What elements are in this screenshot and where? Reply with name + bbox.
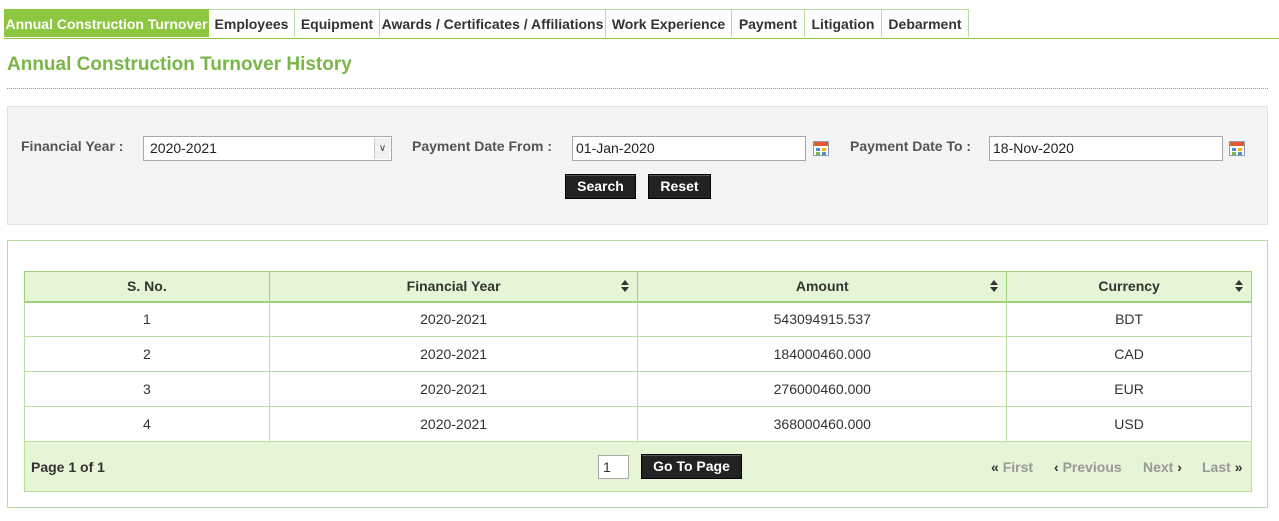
cell-currency: USD <box>1006 406 1252 442</box>
cell-amount: 184000460.000 <box>637 336 1008 372</box>
cell-currency: CAD <box>1006 336 1252 372</box>
payment-date-to-label: Payment Date To : <box>850 138 972 154</box>
sort-icon[interactable] <box>621 280 630 294</box>
previous-page-link[interactable]: ‹ Previous <box>1054 459 1122 475</box>
financial-year-select[interactable]: 2020-2021 ∨ <box>143 136 392 161</box>
double-chevron-left-icon: « <box>991 459 999 475</box>
table-row: 2 2020-2021 184000460.000 CAD <box>24 336 1252 372</box>
sort-icon[interactable] <box>1235 280 1243 294</box>
sort-icon[interactable] <box>990 280 999 294</box>
pagination-bar: Page 1 of 1 1 Go To Page « First ‹ Previ… <box>24 441 1252 492</box>
next-page-link[interactable]: Next › <box>1143 459 1182 475</box>
tab-litigation[interactable]: Litigation <box>805 9 882 37</box>
page-number-input[interactable]: 1 <box>598 455 629 479</box>
calendar-icon[interactable] <box>813 141 829 156</box>
page-info: Page 1 of 1 <box>31 459 105 475</box>
table-header-row: S. No. Financial Year Amount Currency <box>24 271 1252 303</box>
cell-financial-year: 2020-2021 <box>268 406 639 442</box>
column-header-financial-year[interactable]: Financial Year <box>268 271 639 303</box>
financial-year-label: Financial Year : <box>21 138 124 154</box>
cell-s-no: 3 <box>24 371 270 407</box>
turnover-table: S. No. Financial Year Amount Currency 1 … <box>24 271 1252 442</box>
chevron-left-icon: ‹ <box>1054 459 1059 475</box>
search-button[interactable]: Search <box>565 174 636 199</box>
go-to-page-button[interactable]: Go To Page <box>641 454 742 479</box>
cell-amount: 368000460.000 <box>637 406 1008 442</box>
table-row: 3 2020-2021 276000460.000 EUR <box>24 371 1252 407</box>
tab-annual-construction-turnover[interactable]: Annual Construction Turnover <box>4 9 209 37</box>
cell-currency: BDT <box>1006 301 1252 337</box>
tab-equipment[interactable]: Equipment <box>295 9 380 37</box>
cell-s-no: 2 <box>24 336 270 372</box>
last-page-link[interactable]: Last » <box>1202 459 1242 475</box>
cell-financial-year: 2020-2021 <box>268 301 639 337</box>
table-row: 1 2020-2021 543094915.537 BDT <box>24 301 1252 337</box>
tab-work-experience[interactable]: Work Experience <box>606 9 732 37</box>
column-header-s-no: S. No. <box>24 271 270 303</box>
reset-button[interactable]: Reset <box>648 174 711 199</box>
calendar-icon[interactable] <box>1229 141 1245 156</box>
column-header-currency[interactable]: Currency <box>1006 271 1252 303</box>
payment-date-from-label: Payment Date From : <box>412 138 553 154</box>
payment-date-from-input[interactable]: 01-Jan-2020 <box>572 136 806 161</box>
cell-financial-year: 2020-2021 <box>268 371 639 407</box>
tab-awards-certificates-affiliations[interactable]: Awards / Certificates / Affiliations <box>380 9 606 37</box>
chevron-down-icon[interactable]: ∨ <box>374 138 390 159</box>
tab-bar: Annual Construction Turnover Employees E… <box>4 9 1279 39</box>
double-chevron-right-icon: » <box>1234 459 1243 475</box>
results-panel: S. No. Financial Year Amount Currency 1 … <box>7 240 1268 508</box>
filter-panel: Financial Year : 2020-2021 ∨ Payment Dat… <box>7 106 1268 225</box>
cell-currency: EUR <box>1006 371 1252 407</box>
table-row: 4 2020-2021 368000460.000 USD <box>24 406 1252 442</box>
cell-s-no: 4 <box>24 406 270 442</box>
tab-debarment[interactable]: Debarment <box>882 9 969 37</box>
first-page-link[interactable]: « First <box>991 459 1033 475</box>
column-header-amount[interactable]: Amount <box>637 271 1008 303</box>
cell-amount: 543094915.537 <box>637 301 1008 337</box>
cell-financial-year: 2020-2021 <box>268 336 639 372</box>
payment-date-to-input[interactable]: 18-Nov-2020 <box>989 136 1223 161</box>
cell-amount: 276000460.000 <box>637 371 1008 407</box>
cell-s-no: 1 <box>24 301 270 337</box>
financial-year-value: 2020-2021 <box>150 140 217 156</box>
title-divider <box>7 88 1268 89</box>
tab-employees[interactable]: Employees <box>209 9 295 37</box>
tab-payment[interactable]: Payment <box>732 9 805 37</box>
page-title: Annual Construction Turnover History <box>7 54 352 75</box>
chevron-right-icon: › <box>1177 459 1182 475</box>
